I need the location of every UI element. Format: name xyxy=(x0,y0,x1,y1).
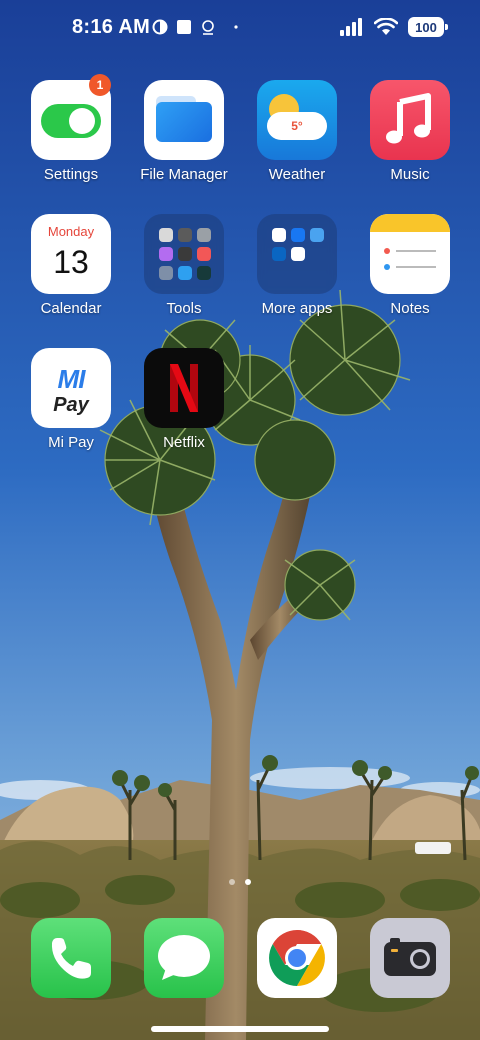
vpn-icon xyxy=(152,19,168,35)
status-bar: 8:16 AM 100 xyxy=(0,0,480,56)
mi-pay-icon: MI Pay xyxy=(31,348,111,428)
notification-badge: 1 xyxy=(89,74,111,96)
weather-temp: 5° xyxy=(267,112,327,140)
folder-tools[interactable]: Tools xyxy=(128,214,240,317)
app-label: Tools xyxy=(166,300,202,317)
dock-phone[interactable] xyxy=(15,918,127,998)
app-label: Music xyxy=(390,166,430,183)
app-notes[interactable]: Notes xyxy=(354,214,466,317)
app-label: Notes xyxy=(390,300,430,317)
mi-pay-logo-bottom: Pay xyxy=(53,394,89,416)
folder-more-apps[interactable]: More apps xyxy=(241,214,353,317)
tools-folder-icon xyxy=(144,214,224,294)
page-indicator xyxy=(229,879,251,885)
app-label: Weather xyxy=(268,166,326,183)
app-label: Calendar xyxy=(40,300,102,317)
wifi-icon xyxy=(374,18,398,35)
app-label: File Manager xyxy=(140,166,228,183)
status-notification-icons xyxy=(152,19,240,35)
dock-chrome[interactable] xyxy=(241,918,353,998)
music-note-icon xyxy=(370,80,450,160)
app-mi-pay[interactable]: MI Pay Mi Pay xyxy=(15,348,127,451)
notes-icon xyxy=(370,214,450,294)
dot-icon xyxy=(234,25,238,29)
message-bubble-icon xyxy=(144,918,224,998)
netflix-icon xyxy=(144,348,224,428)
dock-messages[interactable] xyxy=(128,918,240,998)
status-time: 8:16 AM xyxy=(72,16,151,38)
app-file-manager[interactable]: File Manager xyxy=(128,80,240,183)
battery-indicator: 100 xyxy=(408,17,448,37)
alarm-icon xyxy=(202,20,214,35)
page-dot xyxy=(229,879,235,885)
app-weather[interactable]: 5° Weather xyxy=(241,80,353,183)
app-label: Mi Pay xyxy=(48,434,94,451)
phone-icon xyxy=(31,918,111,998)
app-netflix[interactable]: Netflix xyxy=(128,348,240,451)
weather-icon: 5° xyxy=(257,80,337,160)
mi-pay-logo-top: MI xyxy=(57,364,86,394)
calendar-day-name: Monday xyxy=(47,224,95,239)
app-label: More apps xyxy=(261,300,333,317)
status-system-icons: 100 xyxy=(340,17,448,37)
app-label: Netflix xyxy=(163,434,205,451)
dock-camera[interactable] xyxy=(354,918,466,998)
chrome-icon xyxy=(257,918,337,998)
app-music[interactable]: Music xyxy=(354,80,466,183)
home-indicator[interactable] xyxy=(151,1026,329,1032)
signal-icon xyxy=(340,18,362,36)
app-calendar[interactable]: Monday 13 Calendar xyxy=(15,214,127,317)
app-settings[interactable]: 1 Settings xyxy=(15,74,127,183)
calendar-day-number: 13 xyxy=(53,244,89,280)
more-apps-folder-icon xyxy=(257,214,337,294)
square-icon xyxy=(177,20,191,34)
camera-icon xyxy=(370,918,450,998)
app-label: Settings xyxy=(43,166,99,183)
calendar-icon: Monday 13 xyxy=(31,214,111,294)
page-dot-active xyxy=(245,879,251,885)
folder-icon xyxy=(144,80,224,160)
